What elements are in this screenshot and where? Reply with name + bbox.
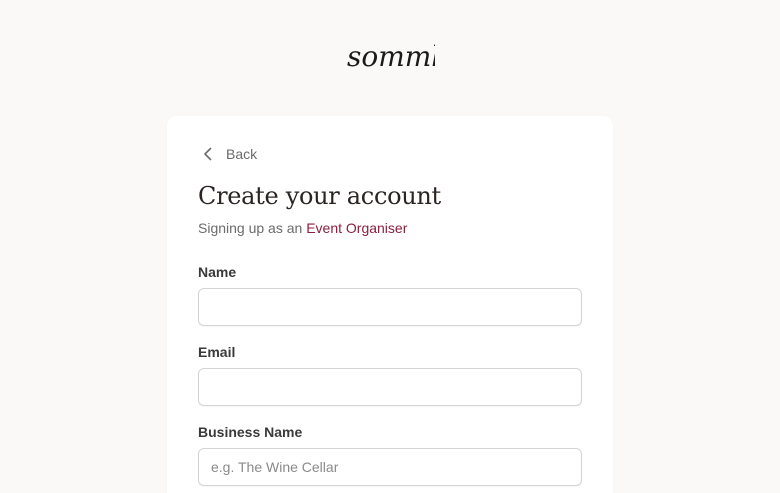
business-name-field-label: Business Name	[198, 424, 303, 440]
business-name-field[interactable]	[198, 448, 582, 486]
back-label: Back	[226, 146, 258, 162]
logo-wordmark: sommly	[347, 40, 435, 73]
signup-card: Back Create your account Signing up as a…	[167, 116, 613, 493]
name-field[interactable]	[198, 288, 582, 326]
signup-page: sommly Back Create your account Signing …	[0, 0, 780, 493]
page-title: Create your account	[198, 182, 441, 210]
sommly-logo: sommly	[0, 36, 780, 87]
svg-text:sommly: sommly	[347, 40, 435, 73]
chevron-left-icon	[204, 147, 212, 161]
role-label: Event Organiser	[306, 220, 408, 236]
signup-role-subtitle: Signing up as an Event Organiser	[198, 220, 407, 236]
email-field-label: Email	[198, 344, 236, 360]
subtitle-prefix: Signing up as an	[198, 220, 303, 236]
name-field-label: Name	[198, 264, 237, 280]
email-field[interactable]	[198, 368, 582, 406]
back-button[interactable]: Back	[200, 146, 257, 162]
